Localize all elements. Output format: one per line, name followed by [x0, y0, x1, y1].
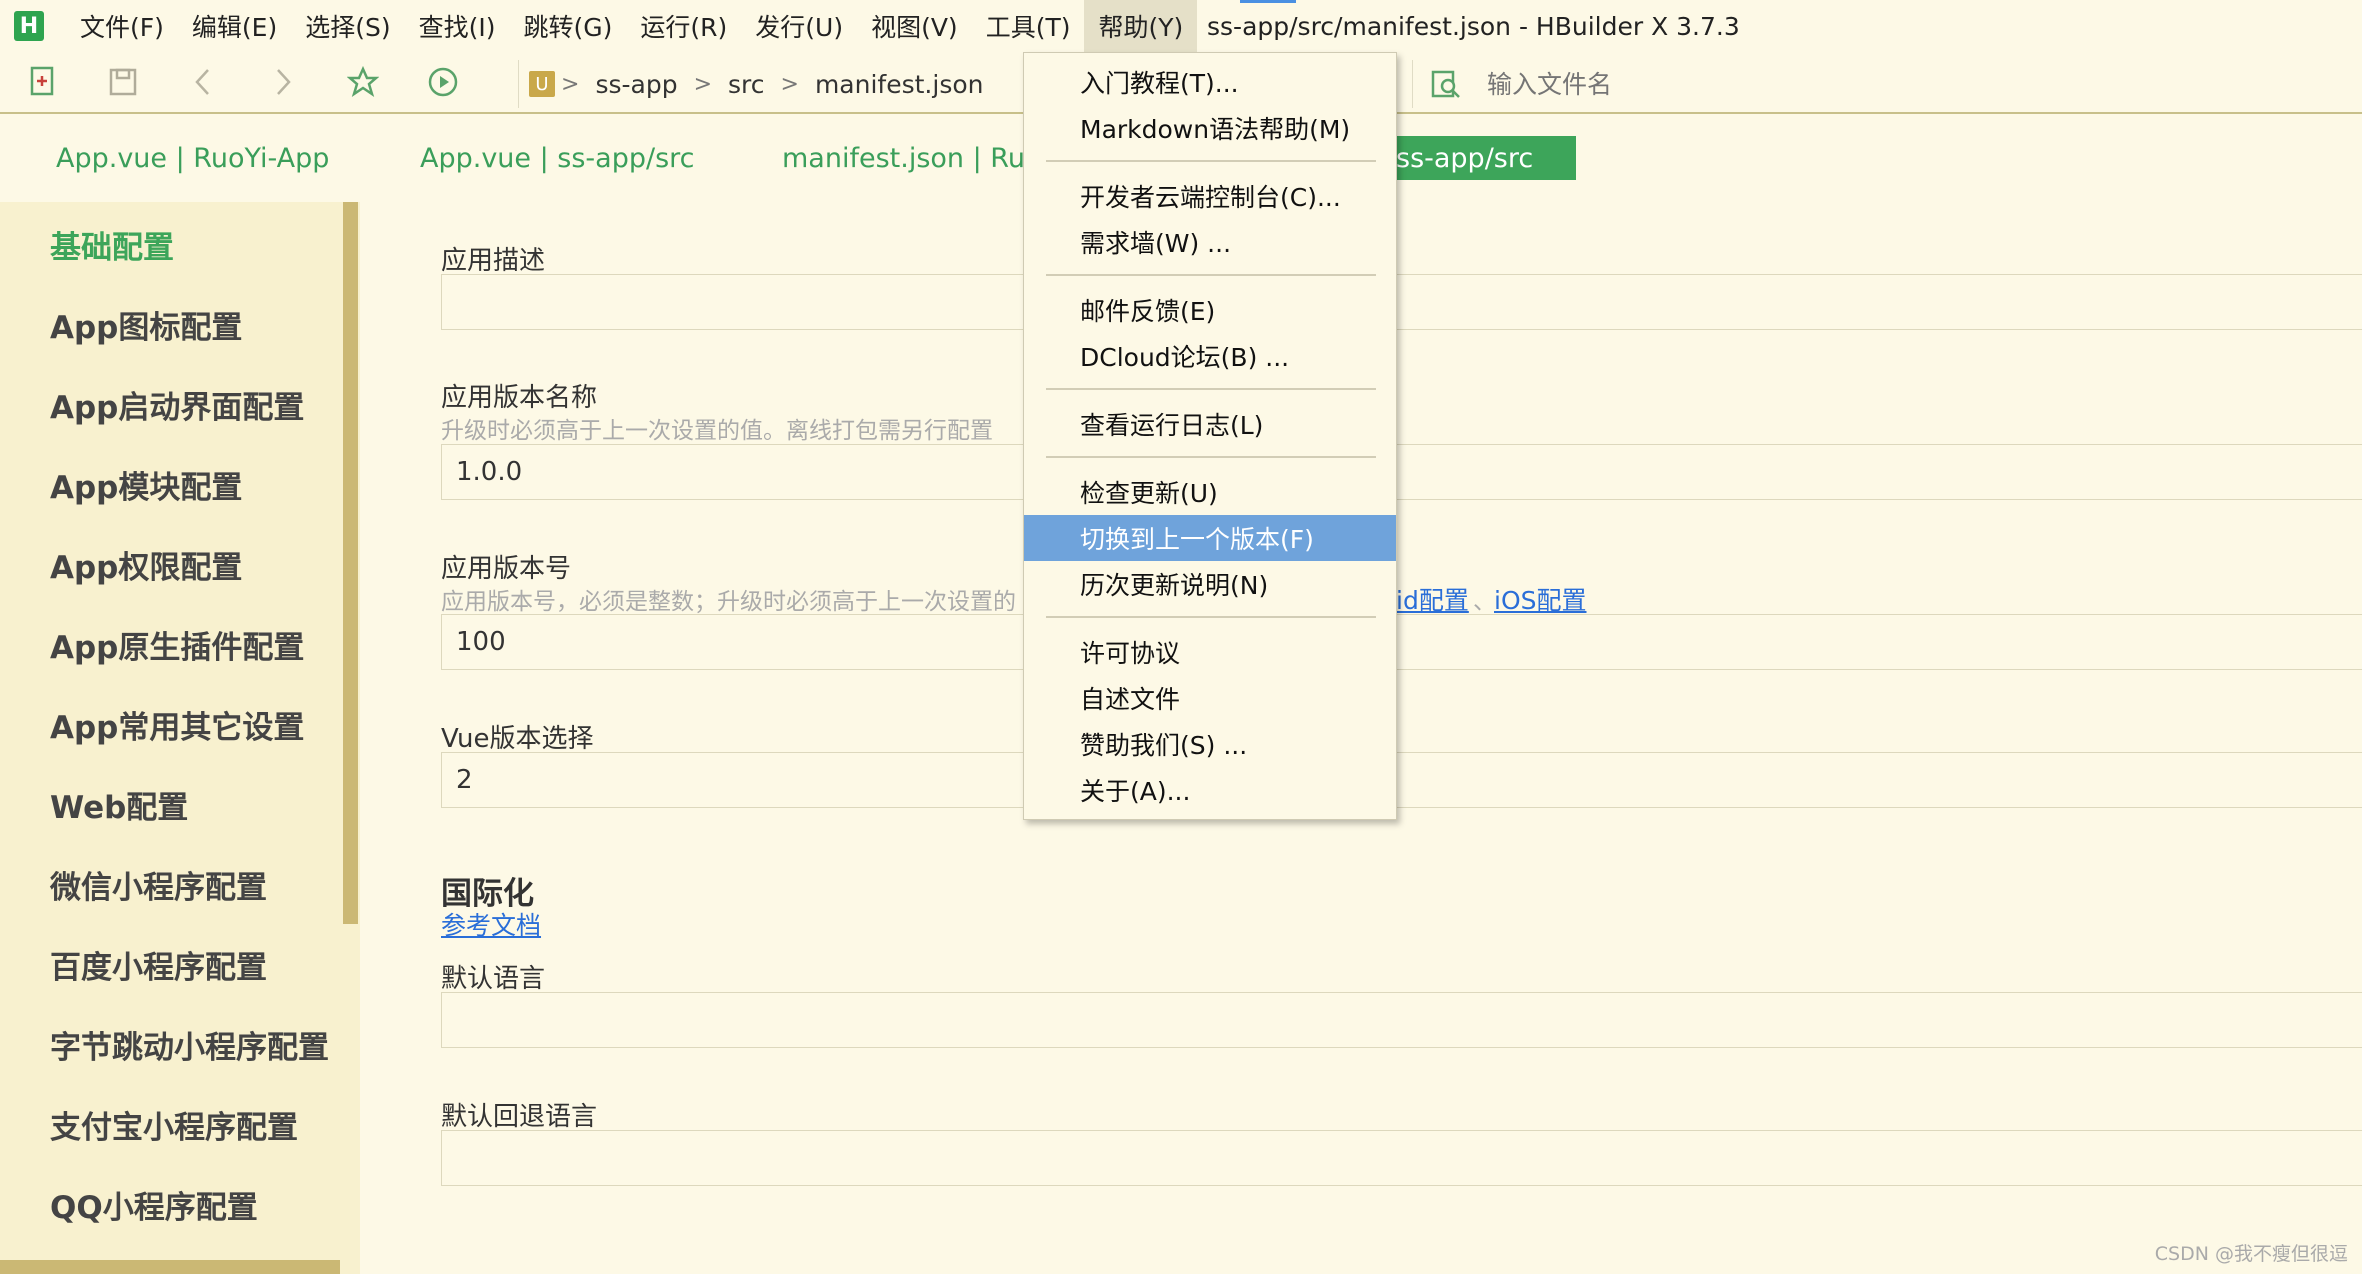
sidebar-item-toutiao[interactable]: 字节跳动小程序配置: [50, 1022, 329, 1067]
sidebar-item-web[interactable]: Web配置: [50, 782, 188, 827]
menu-publish[interactable]: 发行(U): [741, 0, 857, 52]
file-search-icon[interactable]: [1429, 67, 1463, 101]
version-name-label: 应用版本名称: [441, 383, 598, 413]
help-menu-about[interactable]: 关于(A)...: [1024, 767, 1396, 813]
watermark: CSDN @我不瘦但很逗: [2154, 1243, 2348, 1265]
sidebar-item-basic[interactable]: 基础配置: [50, 222, 174, 267]
menu-find[interactable]: 查找(I): [405, 0, 510, 52]
version-name-input[interactable]: 1.0.0: [441, 444, 2362, 500]
breadcrumb: U > ss-app > src > manifest.json: [518, 60, 1078, 108]
menu-help[interactable]: 帮助(Y): [1084, 0, 1198, 52]
fallback-lang-label: 默认回退语言: [441, 1102, 598, 1132]
app-desc-label: 应用描述: [441, 246, 546, 276]
menu-separator: [1046, 160, 1376, 162]
android-config-link[interactable]: id配置: [1396, 581, 1469, 617]
app-desc-input[interactable]: [441, 274, 2362, 330]
help-menu-dropdown: 入门教程(T)... Markdown语法帮助(M) 开发者云端控制台(C)..…: [1023, 52, 1397, 820]
sidebar-item-app-native-plugins[interactable]: App原生插件配置: [50, 622, 304, 667]
breadcrumb-separator: >: [693, 71, 713, 97]
help-menu-readme[interactable]: 自述文件: [1024, 675, 1396, 721]
breadcrumb-item-project[interactable]: ss-app: [595, 70, 677, 99]
help-menu-release-notes[interactable]: 历次更新说明(N): [1024, 561, 1396, 607]
tab-app-vue-ss-app[interactable]: App.vue | ss-app/src: [400, 136, 715, 180]
run-icon[interactable]: [426, 65, 460, 99]
default-lang-input[interactable]: [441, 992, 2362, 1048]
new-file-icon[interactable]: [26, 65, 60, 99]
menu-view[interactable]: 视图(V): [857, 0, 972, 52]
help-menu-feature-wall[interactable]: 需求墙(W) ...: [1024, 219, 1396, 265]
menu-tools[interactable]: 工具(T): [972, 0, 1085, 52]
version-code-input[interactable]: 100: [441, 614, 2362, 670]
tab-app-vue-ruoyi[interactable]: App.vue | RuoYi-App: [36, 136, 349, 180]
forward-icon[interactable]: [266, 65, 300, 99]
version-code-label: 应用版本号: [441, 554, 572, 584]
sidebar-item-app-modules[interactable]: App模块配置: [50, 462, 242, 507]
i18n-docs-link[interactable]: 参考文档: [441, 906, 541, 942]
breadcrumb-separator: >: [780, 71, 799, 97]
sidebar-item-app-permissions[interactable]: App权限配置: [50, 542, 242, 587]
help-menu-dcloud-forum[interactable]: DCloud论坛(B) ...: [1024, 333, 1396, 379]
vue-version-label: Vue版本选择: [441, 724, 594, 754]
menu-separator: [1046, 616, 1376, 618]
star-icon[interactable]: [346, 65, 380, 99]
menu-edit[interactable]: 编辑(E): [178, 0, 291, 52]
help-menu-run-log[interactable]: 查看运行日志(L): [1024, 401, 1396, 447]
save-icon[interactable]: [106, 65, 140, 99]
help-menu-rollback-version[interactable]: 切换到上一个版本(F): [1024, 515, 1396, 561]
help-menu-check-update[interactable]: 检查更新(U): [1024, 469, 1396, 515]
link-separator: 、: [1473, 589, 1496, 615]
window-title: ss-app/src/manifest.json - HBuilder X 3.…: [1207, 11, 1740, 41]
sidebar-item-app-icon[interactable]: App图标配置: [50, 302, 242, 347]
menu-file[interactable]: 文件(F): [66, 0, 178, 52]
help-menu-cloud-console[interactable]: 开发者云端控制台(C)...: [1024, 173, 1396, 219]
project-badge-icon: U: [529, 71, 555, 97]
sidebar-item-alipay[interactable]: 支付宝小程序配置: [50, 1102, 298, 1147]
menu-select[interactable]: 选择(S): [291, 0, 404, 52]
back-icon[interactable]: [186, 65, 220, 99]
breadcrumb-separator: >: [561, 71, 580, 97]
sidebar-item-app-other[interactable]: App常用其它设置: [50, 702, 304, 747]
menu-separator: [1046, 274, 1376, 276]
sidebar-item-baidu[interactable]: 百度小程序配置: [50, 942, 267, 987]
help-menu-sponsor[interactable]: 赞助我们(S) ...: [1024, 721, 1396, 767]
menu-separator: [1046, 388, 1376, 390]
ios-config-link[interactable]: iOS配置: [1494, 581, 1587, 617]
vue-version-select[interactable]: 2: [441, 752, 2362, 808]
fallback-lang-input[interactable]: [441, 1130, 2362, 1186]
menu-goto[interactable]: 跳转(G): [509, 0, 626, 52]
breadcrumb-item-file[interactable]: manifest.json: [815, 70, 984, 99]
file-search-input[interactable]: [1487, 69, 2087, 99]
default-lang-label: 默认语言: [441, 964, 546, 994]
version-code-hint: 应用版本号，必须是整数；升级时必须高于上一次设置的: [441, 589, 1016, 615]
sidebar-bottom-bar: [0, 1260, 340, 1274]
menubar: H 文件(F) 编辑(E) 选择(S) 查找(I) 跳转(G) 运行(R) 发行…: [0, 0, 2362, 52]
hbuilder-logo-icon: H: [14, 11, 44, 41]
file-search: [1412, 60, 2362, 108]
sidebar-item-qq[interactable]: QQ小程序配置: [50, 1182, 258, 1227]
sidebar-item-app-splash[interactable]: App启动界面配置: [50, 382, 304, 427]
version-name-hint: 升级时必须高于上一次设置的值。离线打包需另行配置: [441, 418, 993, 444]
help-menu-email-feedback[interactable]: 邮件反馈(E): [1024, 287, 1396, 333]
breadcrumb-item-src[interactable]: src: [728, 70, 765, 99]
help-menu-license[interactable]: 许可协议: [1024, 629, 1396, 675]
tab-manifest-ss-app[interactable]: ss-app/src: [1376, 136, 1576, 180]
help-menu-markdown[interactable]: Markdown语法帮助(M): [1024, 105, 1396, 151]
menu-separator: [1046, 456, 1376, 458]
sidebar-item-weixin[interactable]: 微信小程序配置: [50, 862, 267, 907]
help-menu-tutorial[interactable]: 入门教程(T)...: [1024, 59, 1396, 105]
menu-run[interactable]: 运行(R): [626, 0, 741, 52]
sidebar-scrollbar[interactable]: [343, 202, 358, 924]
config-sidebar: 基础配置 App图标配置 App启动界面配置 App模块配置 App权限配置 A…: [0, 202, 360, 1274]
